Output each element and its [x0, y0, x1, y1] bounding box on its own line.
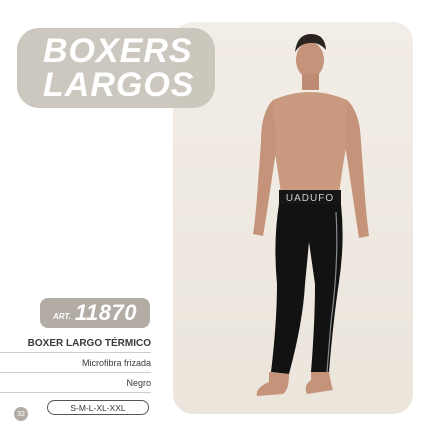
section-title-pill: BOXERS LARGOS — [17, 28, 215, 108]
article-number: 11870 — [74, 300, 137, 325]
waistband-logo: UADUFO — [286, 193, 334, 204]
page-number: 32 — [14, 407, 28, 421]
article-label: ART. — [53, 311, 71, 321]
title-line-2: LARGOS — [43, 66, 195, 104]
divider — [0, 352, 151, 353]
product-name: BOXER LARGO TÉRMICO — [27, 338, 151, 349]
product-material: Microfibra frizada — [81, 358, 151, 368]
article-badge: ART. 11870 — [40, 298, 150, 328]
divider — [0, 392, 151, 393]
divider — [0, 372, 151, 373]
title-line-1: BOXERS — [43, 32, 193, 70]
product-color: Negro — [126, 378, 151, 388]
sizes-badge: S-M-L-XL-XXL — [47, 400, 149, 415]
